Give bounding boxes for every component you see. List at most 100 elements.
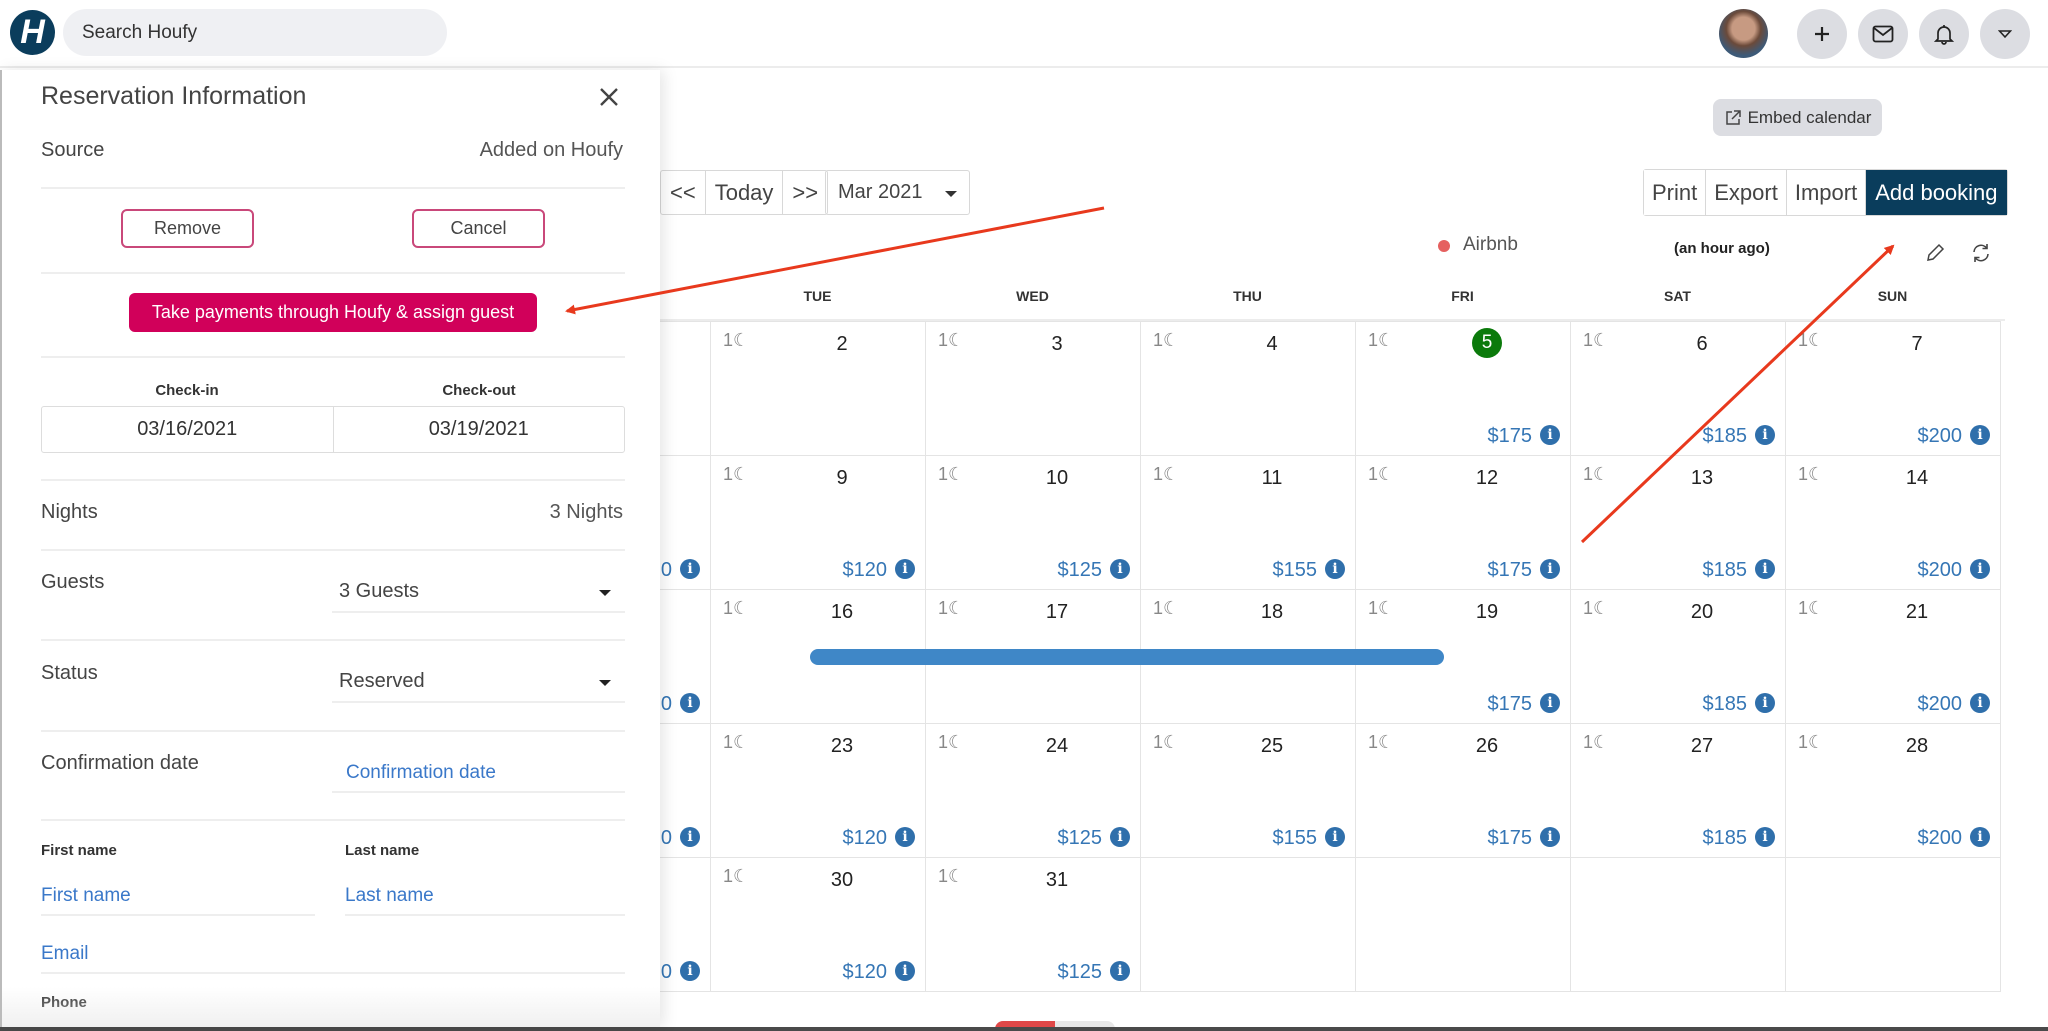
print-button[interactable]: Print	[1644, 170, 1707, 215]
info-icon[interactable]: i	[1970, 425, 1990, 445]
day-number: 3	[1051, 333, 1063, 355]
embed-calendar-label: Embed calendar	[1747, 107, 1872, 127]
next-month-button[interactable]: >>	[783, 171, 827, 214]
info-icon[interactable]: i	[895, 559, 915, 579]
remove-button[interactable]: Remove	[121, 209, 254, 248]
prev-month-button[interactable]: <<	[661, 171, 706, 214]
calendar-day-24[interactable]: 1☾ 24 $125 i	[925, 723, 1141, 858]
refresh-icon[interactable]	[1970, 242, 1992, 264]
info-icon[interactable]: i	[680, 693, 700, 713]
info-icon[interactable]: i	[1970, 559, 1990, 579]
calendar-day-10[interactable]: 1☾ 10 $125 i	[925, 455, 1141, 590]
info-icon[interactable]: i	[1110, 559, 1130, 579]
info-icon[interactable]: i	[1110, 961, 1130, 981]
nightly-price: $200	[1917, 559, 1963, 581]
export-button[interactable]: Export	[1706, 170, 1787, 215]
notifications-button[interactable]	[1919, 9, 1969, 59]
add-booking-button[interactable]: Add booking	[1866, 170, 2007, 215]
calendar-empty-cell	[1140, 857, 1356, 992]
calendar-day-2[interactable]: 1☾ 2	[710, 321, 926, 456]
airbnb-source-label[interactable]: Airbnb	[1463, 234, 1518, 256]
calendar-day-23[interactable]: 1☾ 23 $120 i	[710, 723, 926, 858]
info-icon[interactable]: i	[1325, 559, 1345, 579]
info-icon[interactable]: i	[1970, 827, 1990, 847]
reservation-bar[interactable]	[810, 649, 1444, 665]
calendar-day-28[interactable]: 1☾ 28 $200 i	[1785, 723, 2001, 858]
close-icon[interactable]	[592, 80, 626, 114]
info-icon[interactable]: i	[1325, 827, 1345, 847]
account-menu-button[interactable]	[1980, 9, 2030, 59]
calendar-day-11[interactable]: 1☾ 11 $155 i	[1140, 455, 1356, 590]
day-number: 19	[1475, 601, 1499, 623]
calendar-day-30[interactable]: 1☾ 30 $120 i	[710, 857, 926, 992]
last-name-label: Last name	[345, 842, 420, 859]
calendar-day-3[interactable]: 1☾ 3	[925, 321, 1141, 456]
take-payments-button[interactable]: Take payments through Houfy & assign gue…	[129, 293, 537, 332]
calendar-day-4[interactable]: 1☾ 4	[1140, 321, 1356, 456]
calendar-day-6[interactable]: 1☾ 6 $185 i	[1570, 321, 1786, 456]
day-number: 6	[1696, 333, 1708, 355]
guests-select[interactable]: 3 Guests	[332, 573, 625, 613]
calendar-empty-cell	[1570, 857, 1786, 992]
houfy-logo[interactable]: H	[10, 10, 55, 55]
calendar-day-9[interactable]: 1☾ 9 $120 i	[710, 455, 926, 590]
first-name-input[interactable]	[41, 878, 315, 916]
info-icon[interactable]: i	[1540, 693, 1560, 713]
info-icon[interactable]: i	[680, 961, 700, 981]
day-number: 12	[1475, 467, 1499, 489]
confirmation-date-input[interactable]	[332, 755, 625, 793]
info-icon[interactable]: i	[1540, 827, 1560, 847]
calendar-day-21[interactable]: 1☾ 21 $200 i	[1785, 589, 2001, 724]
info-icon[interactable]: i	[1755, 693, 1775, 713]
min-nights-indicator: 1☾	[1153, 330, 1180, 350]
messages-button[interactable]	[1858, 9, 1908, 59]
info-icon[interactable]: i	[895, 827, 915, 847]
min-nights-indicator: 1☾	[938, 330, 965, 350]
nightly-price: $175	[1487, 827, 1533, 849]
info-icon[interactable]: i	[680, 827, 700, 847]
weekday-header: MONTUEWEDTHUFRISATSUN	[495, 288, 2005, 318]
calendar-day-7[interactable]: 1☾ 7 $200 i	[1785, 321, 2001, 456]
info-icon[interactable]: i	[1755, 559, 1775, 579]
status-select[interactable]: Reserved	[332, 663, 625, 703]
calendar-day-27[interactable]: 1☾ 27 $185 i	[1570, 723, 1786, 858]
create-button[interactable]	[1797, 9, 1847, 59]
info-icon[interactable]: i	[1970, 693, 1990, 713]
calendar-day-13[interactable]: 1☾ 13 $185 i	[1570, 455, 1786, 590]
day-number: 18	[1260, 601, 1284, 623]
edit-pencil-icon[interactable]	[1924, 242, 1946, 264]
cancel-button[interactable]: Cancel	[412, 209, 545, 248]
check-out-input[interactable]: 03/19/2021	[334, 407, 625, 452]
email-input[interactable]	[41, 936, 625, 974]
calendar-day-31[interactable]: 1☾ 31 $125 i	[925, 857, 1141, 992]
calendar-day-5[interactable]: 1☾ 5 $175 i	[1355, 321, 1571, 456]
calendar-day-25[interactable]: 1☾ 25 $155 i	[1140, 723, 1356, 858]
user-avatar[interactable]	[1719, 9, 1768, 58]
month-select[interactable]: Mar 2021	[825, 170, 970, 215]
info-icon[interactable]: i	[680, 559, 700, 579]
info-icon[interactable]: i	[1755, 827, 1775, 847]
nightly-price: $200	[1917, 425, 1963, 447]
info-icon[interactable]: i	[1110, 827, 1130, 847]
day-number: 30	[830, 869, 854, 891]
nightly-price: $175	[1487, 425, 1533, 447]
search-input[interactable]	[63, 9, 447, 56]
embed-calendar-button[interactable]: Embed calendar	[1713, 99, 1882, 136]
min-nights-indicator: 1☾	[1583, 732, 1610, 752]
calendar-day-12[interactable]: 1☾ 12 $175 i	[1355, 455, 1571, 590]
info-icon[interactable]: i	[1540, 425, 1560, 445]
last-name-input[interactable]	[345, 878, 625, 916]
calendar-day-14[interactable]: 1☾ 14 $200 i	[1785, 455, 2001, 590]
info-icon[interactable]: i	[1755, 425, 1775, 445]
info-icon[interactable]: i	[1540, 559, 1560, 579]
nightly-price: $200	[1917, 827, 1963, 849]
divider	[41, 272, 625, 274]
import-button[interactable]: Import	[1786, 170, 1867, 215]
divider	[41, 639, 625, 641]
calendar-day-20[interactable]: 1☾ 20 $185 i	[1570, 589, 1786, 724]
calendar-day-26[interactable]: 1☾ 26 $175 i	[1355, 723, 1571, 858]
check-in-input[interactable]: 03/16/2021	[42, 407, 334, 452]
today-button[interactable]: Today	[706, 171, 784, 214]
info-icon[interactable]: i	[895, 961, 915, 981]
bell-icon	[1934, 25, 1954, 45]
